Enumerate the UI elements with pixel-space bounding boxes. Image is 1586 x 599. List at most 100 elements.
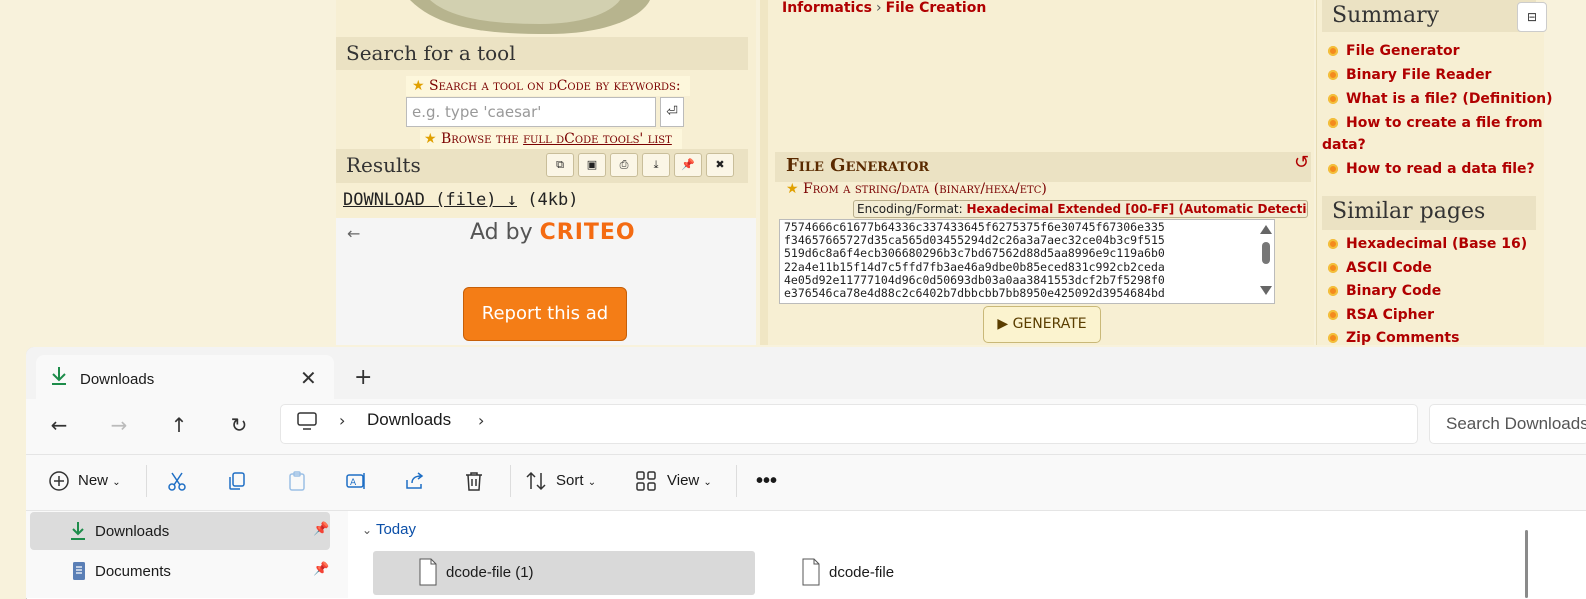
- summary-link-continued[interactable]: data?: [1322, 134, 1366, 157]
- copy-icon[interactable]: ⧉: [546, 153, 574, 177]
- divider: [510, 465, 511, 497]
- report-ad-button[interactable]: Report this ad: [463, 287, 627, 341]
- similar-link[interactable]: ASCII Code: [1328, 257, 1432, 280]
- group-label: Today: [375, 521, 416, 538]
- address-location[interactable]: Downloads: [367, 410, 451, 430]
- group-header-today[interactable]: ⌄ Today: [362, 521, 416, 538]
- cut-icon[interactable]: [166, 470, 188, 492]
- criteo-logo: CRITEO: [539, 220, 636, 245]
- similar-link[interactable]: Binary Code: [1328, 280, 1441, 303]
- similar-link-label: ASCII Code: [1346, 260, 1432, 276]
- back-arrow-icon[interactable]: ←: [347, 224, 360, 243]
- tool-search-input[interactable]: e.g. type 'caesar': [406, 97, 656, 127]
- refresh-icon[interactable]: ↻: [222, 408, 256, 442]
- summary-heading: Summary: [1322, 0, 1536, 32]
- bullet-icon: [1328, 70, 1338, 80]
- breadcrumb: Informatics › File Creation: [782, 0, 986, 16]
- download-result: DOWNLOAD (file) ↓ (4kb): [343, 190, 578, 210]
- delete-icon[interactable]: [463, 470, 485, 492]
- divider: [146, 465, 147, 497]
- similar-link-label: Zip Comments: [1346, 330, 1460, 346]
- from-string-label: From a string/data (binary/hexa/etc): [803, 181, 1047, 197]
- file-list-scrollbar[interactable]: [1525, 530, 1528, 598]
- hex-line: 22a4e11b15f14d7c5ffd7fb3ae46a9dbe0b85ece…: [784, 259, 1165, 274]
- file-generator-title: File Generator: [786, 155, 930, 176]
- view-label: View: [667, 472, 700, 489]
- print-icon[interactable]: ⎙: [610, 153, 638, 177]
- rename-icon[interactable]: A: [345, 470, 367, 492]
- encoding-format-select[interactable]: Encoding/Format: Hexadecimal Extended [0…: [853, 200, 1308, 218]
- similar-link[interactable]: Hexadecimal (Base 16): [1328, 233, 1527, 256]
- chevron-right-icon[interactable]: ›: [478, 411, 484, 430]
- file-item[interactable]: dcode-file: [829, 564, 894, 581]
- more-options-icon[interactable]: •••: [756, 462, 777, 500]
- similar-link[interactable]: RSA Cipher: [1328, 304, 1434, 327]
- computer-icon: [297, 412, 317, 430]
- sort-button[interactable]: Sort ⌄: [556, 462, 596, 500]
- summary-link[interactable]: File Generator: [1328, 40, 1460, 63]
- close-tab-icon[interactable]: ✕: [300, 366, 317, 390]
- summary-link-label: File Generator: [1346, 43, 1460, 59]
- collapse-icon[interactable]: ⊟: [1517, 2, 1547, 32]
- summary-link-label: How to create a file from: [1346, 115, 1543, 131]
- similar-pages-heading: Similar pages: [1322, 196, 1536, 230]
- summary-link[interactable]: How to create a file from: [1328, 112, 1543, 135]
- new-button[interactable]: New ⌄: [78, 462, 121, 500]
- download-icon: [71, 522, 85, 540]
- summary-link[interactable]: What is a file? (Definition): [1328, 88, 1553, 111]
- pin-icon[interactable]: 📌: [313, 522, 329, 537]
- hex-line: 519d6c8a6f4ecb306680296b3c7bd67562d88d5a…: [784, 246, 1165, 261]
- paste-icon[interactable]: [286, 470, 308, 492]
- copy-icon[interactable]: [226, 470, 248, 492]
- star-icon: ★: [786, 181, 804, 197]
- bullet-icon: [1328, 286, 1338, 296]
- search-input[interactable]: Search Downloads: [1429, 404, 1586, 444]
- nav-item-documents[interactable]: Documents: [95, 563, 171, 580]
- share-icon[interactable]: [404, 470, 426, 492]
- search-keywords-label: ★ Search a tool on dCode by keywords:: [406, 76, 690, 96]
- back-icon[interactable]: ←: [42, 408, 76, 442]
- generate-label: GENERATE: [1012, 316, 1087, 332]
- generate-button[interactable]: ▶ GENERATE: [983, 306, 1101, 343]
- chevron-down-icon: ⌄: [362, 523, 373, 537]
- download-file-link[interactable]: DOWNLOAD (file) ↓: [343, 190, 517, 210]
- export-icon[interactable]: ▣: [578, 153, 606, 177]
- search-tool-heading: Search for a tool: [336, 37, 748, 70]
- download-icon: [52, 367, 66, 385]
- up-icon[interactable]: ↑: [162, 408, 196, 442]
- tab-title: Downloads: [80, 371, 155, 388]
- star-icon: ★: [424, 131, 442, 147]
- chevron-down-icon: ⌄: [112, 477, 121, 488]
- keywords-label-text: Search a tool on dCode by keywords:: [429, 78, 681, 94]
- pin-icon[interactable]: 📌: [674, 153, 702, 177]
- documents-icon: [73, 562, 85, 580]
- close-icon[interactable]: ✖: [706, 153, 734, 177]
- breadcrumb-file-creation[interactable]: File Creation: [886, 0, 987, 16]
- reset-icon[interactable]: ↺: [1294, 152, 1309, 173]
- download-icon[interactable]: ⤓: [642, 153, 670, 177]
- new-tab-icon[interactable]: +: [354, 365, 372, 390]
- chevron-right-icon[interactable]: ›: [339, 411, 345, 430]
- view-button[interactable]: View ⌄: [667, 462, 712, 500]
- full-tools-list-link[interactable]: full dCode tools' list: [523, 131, 672, 147]
- pin-icon[interactable]: 📌: [313, 562, 329, 577]
- play-icon: ▶: [997, 316, 1009, 332]
- textarea-scrollbar[interactable]: [1258, 222, 1274, 302]
- breadcrumb-informatics[interactable]: Informatics: [782, 0, 872, 16]
- bullet-icon: [1328, 46, 1338, 56]
- browse-tools-line: ★ Browse the full dCode tools' list: [420, 129, 682, 149]
- summary-link-label: How to read a data file?: [1346, 161, 1535, 177]
- file-icon: [802, 558, 820, 586]
- similar-link-label: Binary Code: [1346, 283, 1442, 299]
- forward-icon[interactable]: →: [102, 408, 136, 442]
- add-circle-icon: [49, 471, 69, 491]
- view-icon: [636, 471, 656, 491]
- summary-link[interactable]: How to read a data file?: [1328, 158, 1535, 181]
- chevron-down-icon: ⌄: [587, 477, 597, 488]
- from-string-option[interactable]: ★ From a string/data (binary/hexa/etc): [786, 181, 1047, 197]
- hex-data-textarea[interactable]: 7574666c61677b64336c337433645f6275375f6e…: [779, 219, 1275, 304]
- bullet-icon: [1328, 263, 1338, 273]
- summary-link[interactable]: Binary File Reader: [1328, 64, 1491, 87]
- enter-icon[interactable]: ⏎: [660, 97, 684, 127]
- sort-icon: [526, 471, 546, 491]
